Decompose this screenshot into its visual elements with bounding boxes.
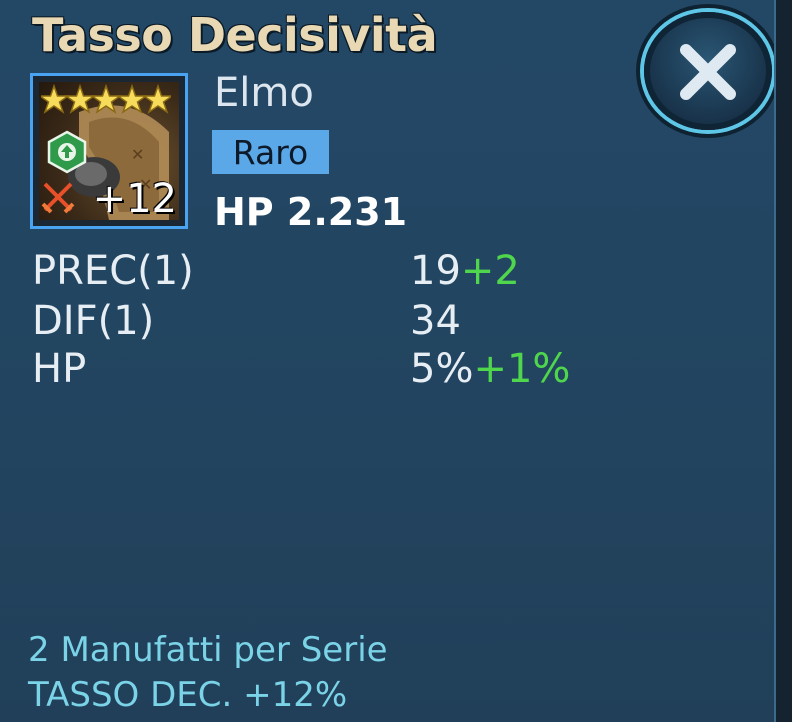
star-icon: [141, 84, 171, 114]
set-bonus-requirement: 2 Manufatti per Serie: [28, 630, 388, 670]
item-thumbnail[interactable]: ✕ ✕ +12: [30, 73, 188, 229]
star-icon: [89, 84, 123, 114]
star-icon: [115, 84, 149, 114]
artifact-detail-panel: Tasso Decisività ✕ ✕ +12 Elmo Raro HP 2.…: [0, 0, 776, 722]
screen-edge: [776, 0, 792, 722]
substat-bonus: +2: [460, 248, 520, 294]
helmet-image: ✕ ✕ +12: [39, 82, 179, 220]
substat-bonus: +1%: [473, 346, 571, 392]
main-stat: HP 2.231: [214, 190, 408, 234]
rarity-stars: [41, 84, 171, 114]
star-icon: [63, 84, 97, 114]
set-title: Tasso Decisività: [32, 8, 438, 62]
set-bonus-effect: TASSO DEC. +12%: [28, 675, 348, 715]
item-slot: Elmo: [214, 70, 314, 116]
close-icon: [680, 44, 736, 100]
close-button[interactable]: [644, 12, 772, 130]
svg-text:✕: ✕: [131, 145, 144, 164]
crossed-swords-icon: [41, 182, 75, 214]
upgrade-arrow-icon: [47, 130, 87, 174]
substat-name: DIF(1): [32, 298, 155, 344]
substat-value: 5%+1%: [410, 346, 571, 392]
substat-value: 34: [410, 298, 461, 344]
substat-name: HP: [32, 346, 87, 392]
item-level: +12: [92, 176, 177, 220]
substat-name: PREC(1): [32, 248, 194, 294]
rarity-badge: Raro: [212, 130, 329, 174]
star-icon: [41, 84, 71, 114]
substat-value: 19+2: [410, 248, 520, 294]
